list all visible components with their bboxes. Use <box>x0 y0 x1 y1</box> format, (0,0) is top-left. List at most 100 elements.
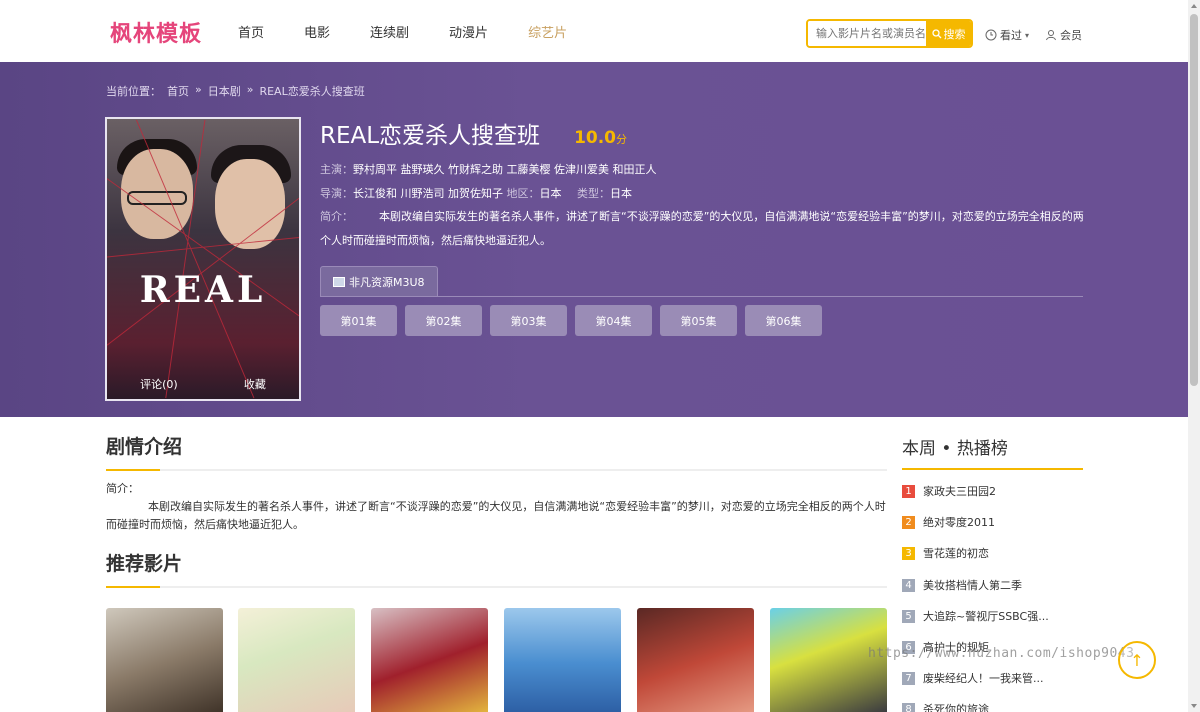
type-value: 日本 <box>610 187 632 200</box>
episode-button[interactable]: 第06集 <box>745 305 822 336</box>
nav-item-home[interactable]: 首页 <box>238 22 264 41</box>
ranking-item[interactable]: 3 雪花莲的初恋 <box>902 545 1088 561</box>
source-tab[interactable]: 非凡资源M3U8 <box>320 266 438 297</box>
clock-icon <box>985 29 997 41</box>
plot-section-line <box>106 469 887 471</box>
source-tab-label: 非凡资源M3U8 <box>349 276 425 289</box>
recommend-poster[interactable] <box>504 608 621 712</box>
breadcrumb-item-current[interactable]: REAL恋爱杀人搜查班 <box>259 83 364 99</box>
breadcrumb: 当前位置： 首页 » 日本剧 » REAL恋爱杀人搜查班 <box>106 83 365 99</box>
search-button[interactable]: 搜索 <box>926 21 971 46</box>
favorite-link[interactable]: 收藏 <box>244 376 266 392</box>
ranking-item-title: 大追踪~警视厅SSBC强... <box>923 610 1049 623</box>
ranking-item-title: 杀死你的旅途 <box>923 703 989 712</box>
ranking-line <box>902 468 1083 470</box>
poster-red-strings <box>107 119 299 399</box>
recommend-poster[interactable] <box>238 608 355 712</box>
breadcrumb-prefix: 当前位置： <box>106 85 161 98</box>
episode-button[interactable]: 第03集 <box>490 305 567 336</box>
search-button-label: 搜索 <box>943 27 966 41</box>
region-value: 日本 <box>539 187 562 200</box>
comment-link[interactable]: 评论(0) <box>140 376 178 392</box>
ranking-item[interactable]: 5 大追踪~警视厅SSBC强... <box>902 608 1088 624</box>
ranking-item[interactable]: 4 美妆搭档情人第二季 <box>902 577 1088 593</box>
poster-title: REAL <box>139 269 267 311</box>
director-label: 导演： <box>320 187 353 200</box>
ranking-item[interactable]: 8 杀死你的旅途 <box>902 701 1088 712</box>
rank-number: 4 <box>902 578 915 592</box>
divider <box>320 296 1083 297</box>
ranking-item-title: 雪花莲的初恋 <box>923 547 989 560</box>
ranking-item[interactable]: 2 绝对零度2011 <box>902 514 1088 530</box>
history-label: 看过 <box>1000 29 1022 42</box>
actors-value[interactable]: 野村周平 盐野瑛久 竹财辉之助 工藤美樱 佐津川爱美 和田正人 <box>353 163 656 176</box>
director-value[interactable]: 长江俊和 川野浩司 加贺佐知子 <box>353 187 503 200</box>
detail-hero: 当前位置： 首页 » 日本剧 » REAL恋爱杀人搜查班 REAL 评论(0) … <box>0 62 1188 417</box>
recommend-poster[interactable] <box>637 608 754 712</box>
breadcrumb-item-category[interactable]: 日本剧 <box>208 83 241 99</box>
watermark: https://www.huzhan.com/ishop9043 <box>868 646 1135 661</box>
recommend-poster[interactable] <box>106 608 223 712</box>
ranking-item-title: 绝对零度2011 <box>923 516 995 529</box>
nav-item-variety[interactable]: 综艺片 <box>528 22 567 41</box>
search-icon <box>931 28 941 38</box>
movie-score: 10.0分 <box>574 128 628 148</box>
plot-label: 简介： <box>106 482 139 495</box>
site-logo[interactable]: 枫林模板 <box>110 16 202 48</box>
episode-button[interactable]: 第01集 <box>320 305 397 336</box>
type-label: 类型： <box>577 187 610 200</box>
desc-label: 简介： <box>320 210 353 223</box>
nav-item-movie[interactable]: 电影 <box>304 22 330 41</box>
plot-section-title: 剧情介绍 <box>106 436 183 458</box>
plot-intro: 简介： 本剧改编自实际发生的著名杀人事件，讲述了断言“不谈浮躁的恋爱”的大仪见，… <box>106 480 886 534</box>
main-nav: 首页 电影 连续剧 动漫片 综艺片 <box>238 22 607 41</box>
scroll-down-arrow-icon[interactable] <box>1191 704 1197 708</box>
ranking-item-title: 美妆搭档情人第二季 <box>923 579 1022 592</box>
actors-label: 主演： <box>320 163 353 176</box>
nav-item-anime[interactable]: 动漫片 <box>449 22 488 41</box>
recommend-poster[interactable] <box>371 608 488 712</box>
nav-item-series[interactable]: 连续剧 <box>370 22 409 41</box>
source-icon <box>333 277 345 287</box>
episode-button[interactable]: 第05集 <box>660 305 737 336</box>
rank-number: 8 <box>902 702 915 712</box>
recommend-section-title: 推荐影片 <box>106 553 183 575</box>
breadcrumb-item-home[interactable]: 首页 <box>167 83 189 99</box>
desc-text: 本剧改编自实际发生的著名杀人事件，讲述了断言“不谈浮躁的恋爱”的大仪见，自信满满… <box>320 210 1084 247</box>
poster-actions: 评论(0) 收藏 <box>107 369 299 399</box>
scrollbar[interactable] <box>1188 0 1200 712</box>
breadcrumb-separator: » <box>246 83 254 96</box>
ranking-item-title: 废柴经纪人！一我来管... <box>923 672 1044 685</box>
back-to-top-button[interactable]: ↑ <box>1118 641 1156 679</box>
rank-number: 2 <box>902 515 915 529</box>
director-row: 导演：长江俊和 川野浩司 加贺佐知子 地区：日本 类型：日本 <box>320 185 632 201</box>
breadcrumb-separator: » <box>195 83 202 96</box>
scroll-thumb[interactable] <box>1190 14 1198 386</box>
episode-button[interactable]: 第02集 <box>405 305 482 336</box>
user-icon <box>1046 30 1056 41</box>
site-header: 枫林模板 首页 电影 连续剧 动漫片 综艺片 搜索 看过 ▾ 会员 <box>0 0 1188 62</box>
movie-title: REAL恋爱杀人搜查班 <box>320 123 541 149</box>
actors-row: 主演：野村周平 盐野瑛久 竹财辉之助 工藤美樱 佐津川爱美 和田正人 <box>320 161 656 177</box>
ranking-item[interactable]: 7 废柴经纪人！一我来管... <box>902 670 1088 686</box>
scroll-up-arrow-icon[interactable] <box>1191 4 1197 8</box>
member-label: 会员 <box>1060 29 1082 42</box>
rank-number: 5 <box>902 609 915 623</box>
chevron-down-icon: ▾ <box>1025 30 1030 40</box>
episode-button[interactable]: 第04集 <box>575 305 652 336</box>
ranking-item[interactable]: 1 家政夫三田园2 <box>902 483 1088 499</box>
search-box: 搜索 <box>806 19 973 48</box>
search-input[interactable] <box>808 21 926 46</box>
member-link[interactable]: 会员 <box>1045 27 1082 43</box>
history-link[interactable]: 看过 ▾ <box>985 27 1029 43</box>
rank-number: 7 <box>902 671 915 685</box>
rank-number: 1 <box>902 484 915 498</box>
ranking-title: 本周 • 热播榜 <box>902 439 1008 459</box>
hero-description: 简介： 本剧改编自实际发生的著名杀人事件，讲述了断言“不谈浮躁的恋爱”的大仪见，自… <box>320 205 1086 253</box>
plot-text: 本剧改编自实际发生的著名杀人事件，讲述了断言“不谈浮躁的恋爱”的大仪见，自信满满… <box>106 500 886 531</box>
poster-image[interactable]: REAL 评论(0) 收藏 <box>105 117 301 401</box>
episode-list: 第01集 第02集 第03集 第04集 第05集 第06集 <box>320 305 822 336</box>
title-row: REAL恋爱杀人搜查班 10.0分 <box>320 116 627 150</box>
region-label: 地区： <box>506 187 540 200</box>
recommend-section-line <box>106 586 887 588</box>
